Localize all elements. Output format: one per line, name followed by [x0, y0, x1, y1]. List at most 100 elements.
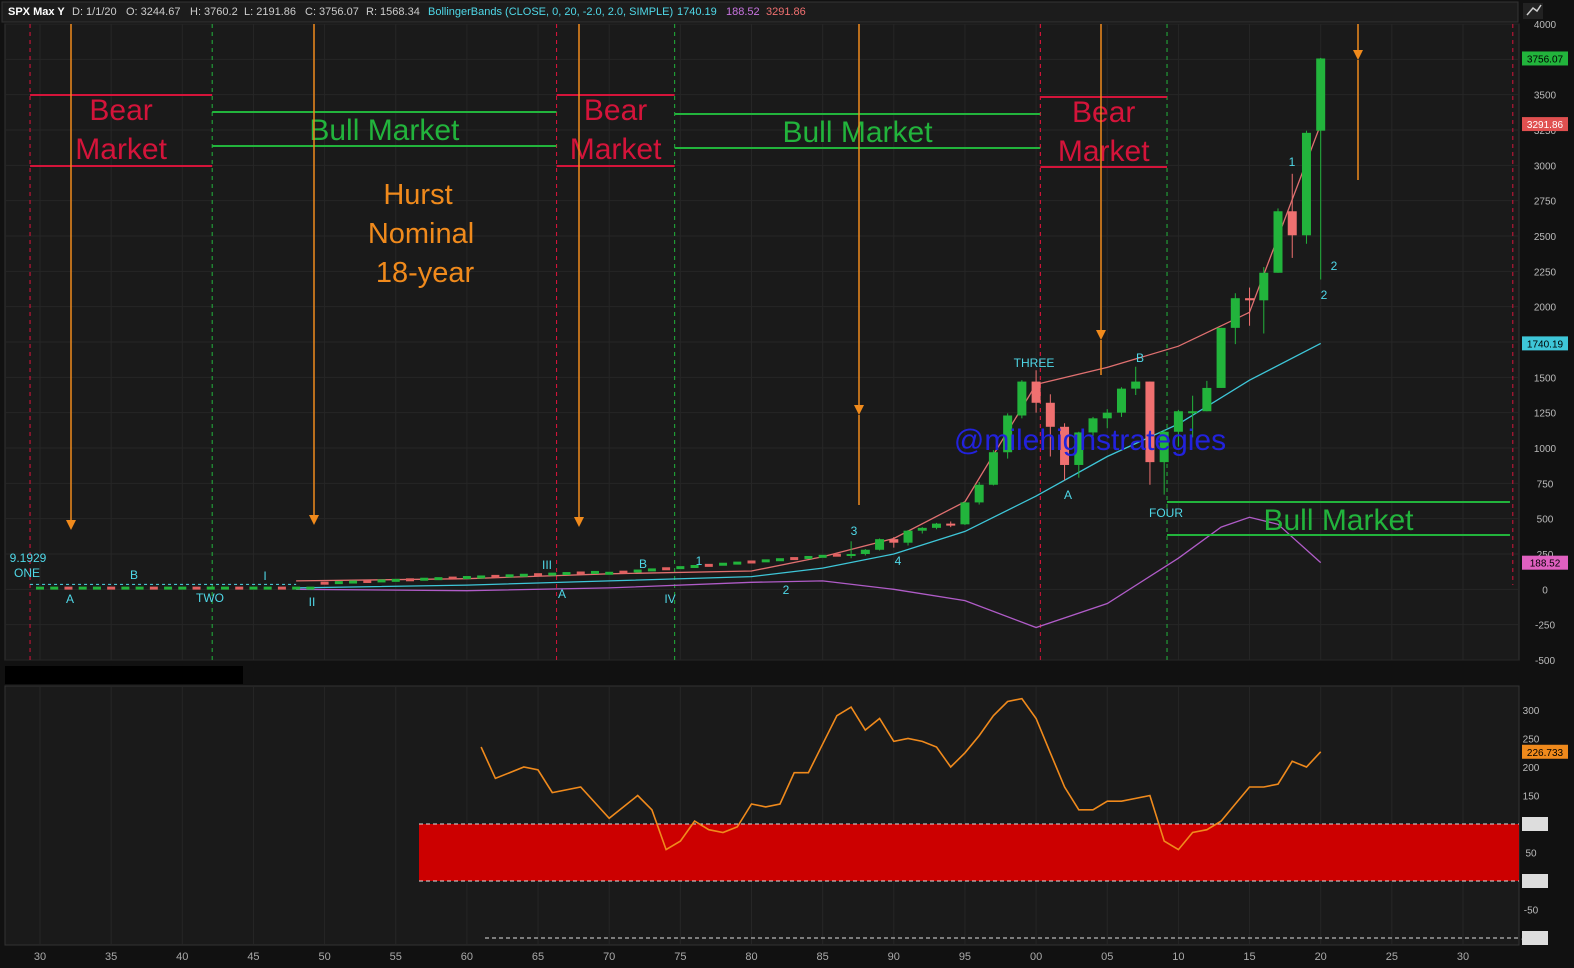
candle-early [249, 586, 258, 590]
candle-early [320, 581, 329, 585]
cycle-label: 2 [783, 583, 790, 597]
low-label: L: 2191.86 [244, 6, 296, 18]
time-axis[interactable]: 30 35 40 45 50 55 60 65 70 75 80 85 90 95 00 05 10 15 20 25… [34, 951, 1469, 963]
cycle-label: FOUR [1149, 506, 1183, 520]
time-tick-label: 50 [318, 951, 330, 963]
candle-body[interactable] [1216, 327, 1226, 388]
price-axis-label: 3000 [1534, 161, 1557, 172]
oscillator-panel[interactable]: 300250200150100500-50-100226.733 [4, 685, 1568, 946]
open-label: O: 3244.67 [126, 6, 180, 18]
candle-early [790, 557, 799, 561]
candle-early [477, 575, 486, 579]
candle-early [178, 586, 187, 590]
candle-body[interactable] [917, 527, 927, 531]
candle-early [349, 580, 358, 584]
candle-body[interactable] [988, 452, 998, 485]
candle-body[interactable] [903, 530, 913, 543]
time-tick-label: 30 [1457, 951, 1469, 963]
panel-tab[interactable] [5, 666, 243, 684]
bull-market-label: Bull Market [1263, 504, 1414, 537]
price-tag-label: 1740.19 [1527, 339, 1564, 350]
candle-early [619, 570, 628, 574]
candle-early [434, 577, 443, 581]
cycle-label: ONE [14, 566, 40, 580]
time-tick-label: 60 [461, 951, 473, 963]
candle-early [605, 571, 614, 575]
cycle-label: 1 [1289, 155, 1296, 169]
candle-early [78, 586, 87, 590]
cycle-label: THREE [1014, 356, 1055, 370]
candle-body[interactable] [860, 549, 870, 554]
candle-early [548, 572, 557, 576]
candle-early [306, 586, 315, 590]
candle-body[interactable] [946, 523, 956, 526]
candle-early [562, 572, 571, 576]
candle-early [775, 558, 784, 562]
candle-early [647, 568, 656, 572]
symbol-label[interactable]: SPX Max Y [8, 6, 65, 18]
study-lower-value: 188.52 [726, 6, 760, 18]
price-panel[interactable]: 4000375035003250300027502500225020001750… [4, 20, 1568, 667]
study-upper-value: 3291.86 [766, 6, 806, 18]
cycle-label: B [130, 568, 138, 582]
candle-body[interactable] [1102, 412, 1112, 419]
cycle-label: 3 [851, 524, 858, 538]
candle-body[interactable] [1031, 381, 1041, 403]
oversold-zone [419, 824, 1519, 881]
candle-body[interactable] [974, 484, 984, 503]
candle-early [420, 577, 429, 581]
price-axis-label: 2250 [1534, 267, 1557, 278]
close-label: C: 3756.07 [305, 6, 359, 18]
candle-early [334, 581, 343, 585]
candle-body[interactable] [1188, 411, 1198, 414]
osc-axis-label: 150 [1523, 792, 1540, 803]
study-label[interactable]: BollingerBands (CLOSE, 0, 20, -2.0, 2.0,… [428, 6, 673, 18]
osc-axis-label: 50 [1525, 849, 1537, 860]
time-tick-label: 95 [959, 951, 971, 963]
candle-body[interactable] [889, 539, 899, 543]
candle-early [235, 586, 244, 590]
cycle-label: B [1136, 351, 1144, 365]
price-axis-label: 3500 [1534, 91, 1557, 102]
candle-early [534, 573, 543, 577]
price-axis-label: -500 [1535, 656, 1555, 667]
cycle-label: III [542, 558, 552, 572]
bull-market-label: Bull Market [309, 114, 460, 147]
hurst-label: Hurst [383, 179, 452, 211]
oscillator-panel-background [4, 685, 1520, 946]
price-tag-label: 3291.86 [1527, 120, 1564, 131]
time-tick-label: 00 [1030, 951, 1042, 963]
candle-body[interactable] [1202, 387, 1212, 412]
cycle-label: I [263, 569, 266, 583]
price-axis-label: -250 [1535, 621, 1555, 632]
candle-body[interactable] [875, 539, 885, 550]
time-tick-label: 10 [1172, 951, 1184, 963]
candle-body[interactable] [1230, 298, 1240, 328]
settings-icon[interactable] [1523, 3, 1543, 19]
candle-early [590, 570, 599, 574]
candle-body[interactable] [1287, 211, 1297, 236]
candle-early [363, 579, 372, 583]
price-tag: 1740.19 [1522, 336, 1568, 351]
candle-body[interactable] [960, 502, 970, 525]
time-tick-label: 85 [817, 951, 829, 963]
price-axis-label: 2000 [1534, 303, 1557, 314]
candle-body[interactable] [931, 523, 941, 528]
candle-early [121, 586, 130, 590]
candle-body[interactable] [1316, 58, 1326, 131]
candle-body[interactable] [1245, 298, 1255, 301]
osc-level-tag [1522, 931, 1548, 945]
candle-early [50, 586, 59, 590]
time-tick-label: 25 [1386, 951, 1398, 963]
candle-early [135, 586, 144, 590]
candle-early [149, 586, 158, 590]
candle-body[interactable] [1131, 381, 1141, 389]
candle-body[interactable] [1116, 388, 1126, 413]
candle-body[interactable] [1017, 381, 1027, 416]
candle-body[interactable] [846, 554, 856, 556]
candle-body[interactable] [1273, 211, 1283, 273]
candle-body[interactable] [1301, 132, 1311, 236]
candle-body[interactable] [1259, 272, 1269, 301]
cycle-label: 2 [1321, 288, 1328, 302]
price-axis-label: 4000 [1534, 20, 1557, 31]
